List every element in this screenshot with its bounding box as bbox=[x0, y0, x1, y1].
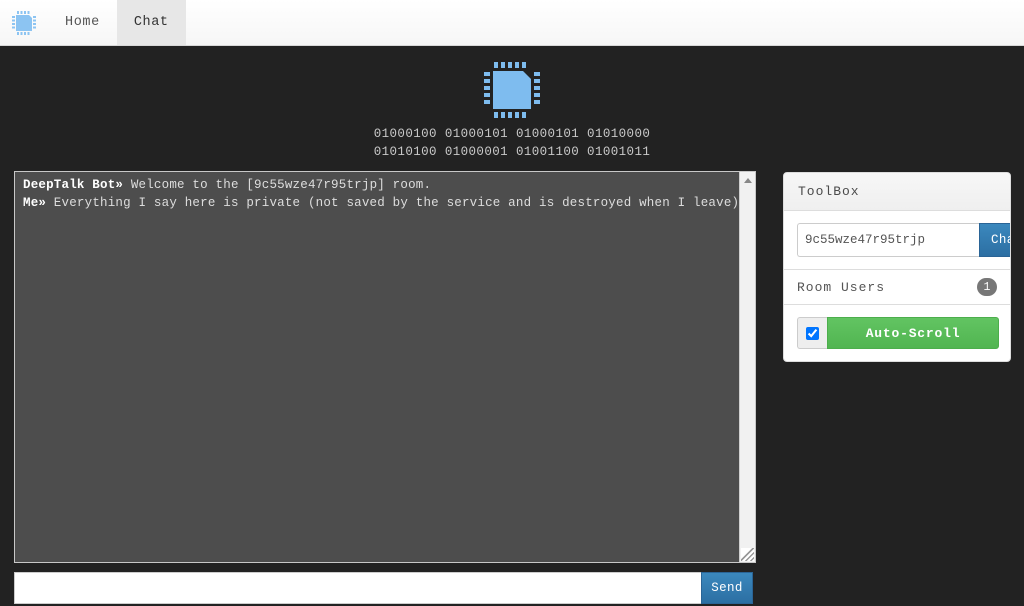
autoscroll-group: Auto-Scroll bbox=[797, 317, 999, 349]
message-compose-row: Send bbox=[14, 572, 753, 604]
resize-handle[interactable] bbox=[741, 548, 754, 561]
toolbox-header: ToolBox bbox=[784, 173, 1010, 211]
toolbox-title: ToolBox bbox=[798, 184, 860, 199]
nav-item-chat[interactable]: Chat bbox=[116, 0, 186, 45]
nav-item-home-label: Home bbox=[65, 15, 100, 30]
message-input[interactable] bbox=[14, 572, 701, 604]
chat-log-content: DeepTalk Bot» Welcome to the [9c55wze47r… bbox=[15, 172, 747, 212]
autoscroll-button[interactable]: Auto-Scroll bbox=[827, 317, 999, 349]
chip-icon bbox=[11, 10, 37, 36]
change-room-button[interactable]: Change bbox=[979, 223, 1010, 257]
toolbox-room-section: Change bbox=[784, 211, 1010, 269]
autoscroll-checkbox-addon[interactable] bbox=[797, 317, 827, 349]
toolbox-panel: ToolBox Change Room Users 1 Auto-Scroll bbox=[783, 172, 1011, 362]
binary-text-line-1: 01000100 01000101 01000101 01010000 bbox=[373, 127, 651, 141]
room-users-count-badge: 1 bbox=[977, 278, 997, 296]
nav-item-home[interactable]: Home bbox=[48, 0, 117, 45]
hero-chip-icon bbox=[482, 60, 542, 120]
scroll-up-button[interactable] bbox=[740, 172, 755, 188]
toolbox-autoscroll-section: Auto-Scroll bbox=[784, 305, 1010, 361]
chat-log-scrollbar[interactable] bbox=[739, 172, 755, 562]
nav-item-chat-label: Chat bbox=[133, 15, 169, 30]
chat-message-sender: DeepTalk Bot» bbox=[23, 178, 124, 192]
brand-logo[interactable] bbox=[0, 0, 48, 45]
binary-text-line-2: 01010100 01000001 01001100 01001011 bbox=[373, 145, 651, 159]
send-button[interactable]: Send bbox=[701, 572, 753, 604]
chat-message: Me» Everything I say here is private (no… bbox=[23, 194, 747, 212]
chat-message-text: Everything I say here is private (not sa… bbox=[46, 196, 747, 210]
chat-message-text: Welcome to the [9c55wze47r95trjp] room. bbox=[123, 178, 432, 192]
chevron-up-icon bbox=[743, 177, 752, 183]
room-users-label: Room Users bbox=[797, 279, 886, 295]
hero-section: 01000100 01000101 01000101 01010000 0101… bbox=[0, 46, 1024, 161]
room-name-input[interactable] bbox=[797, 223, 979, 257]
chat-message: DeepTalk Bot» Welcome to the [9c55wze47r… bbox=[23, 176, 733, 194]
chat-message-sender: Me» bbox=[23, 196, 47, 210]
navbar: Home Chat bbox=[0, 0, 1024, 46]
autoscroll-checkbox[interactable] bbox=[806, 326, 819, 340]
room-users-row: Room Users 1 bbox=[784, 269, 1010, 305]
room-input-group: Change bbox=[797, 223, 1010, 257]
chat-log[interactable]: DeepTalk Bot» Welcome to the [9c55wze47r… bbox=[14, 171, 756, 563]
